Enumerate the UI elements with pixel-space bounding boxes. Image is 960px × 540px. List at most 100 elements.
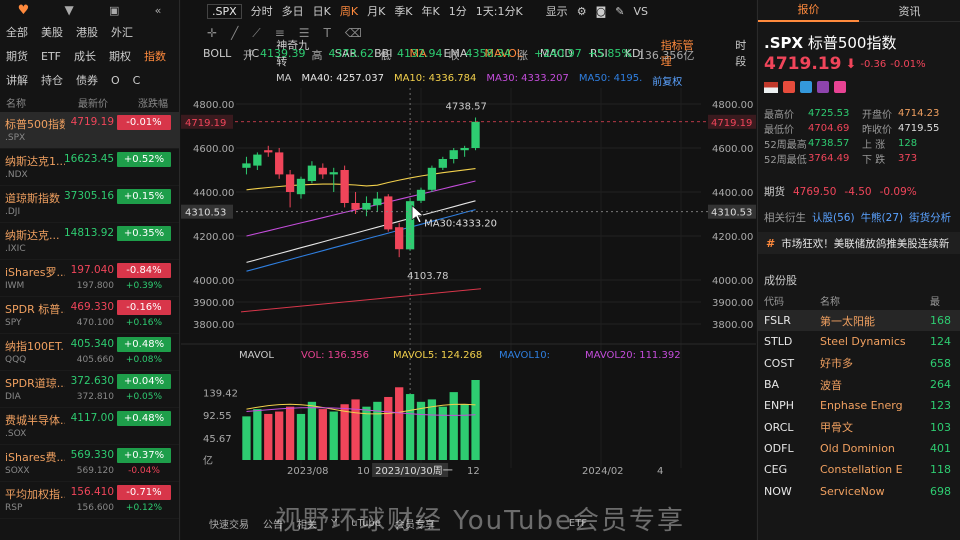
- period-range[interactable]: 1天:1分K: [476, 3, 523, 19]
- delete-icon[interactable]: ▣: [109, 4, 119, 17]
- watchlist-row[interactable]: 纳斯达克1... .NDX 16623.45 +0.52%: [0, 149, 179, 186]
- constituent-row[interactable]: FSLR 第一太阳能 168: [758, 310, 960, 332]
- tab-news[interactable]: 资讯: [859, 3, 960, 19]
- tab-growth[interactable]: 成长: [74, 48, 96, 64]
- constituent-row[interactable]: BA 波音 264: [758, 374, 960, 395]
- constituent-row[interactable]: CEG Constellation E 118: [758, 459, 960, 480]
- tab-explain[interactable]: 讲解: [6, 72, 28, 88]
- ma-label[interactable]: MA: [276, 73, 291, 88]
- constituents-table: 代码 名称 最 FSLR 第一太阳能 168 STLD Steel Dynamics 12…: [758, 290, 960, 502]
- quote-postmarket: 197.800: [76, 281, 114, 291]
- period-time[interactable]: 分时: [251, 3, 273, 19]
- watchlist-row[interactable]: 标普500指数 .SPX 4719.19 -0.01%: [0, 112, 179, 149]
- heart-icon[interactable]: ♥: [18, 3, 30, 18]
- indicator-12[interactable]: 时段: [735, 37, 756, 69]
- candlestick-chart[interactable]: 4800.00 4800.00 4600.00 4600.00 4400.00 4400.…: [181, 88, 756, 488]
- col-change[interactable]: 涨跌幅: [138, 95, 168, 110]
- futures-row[interactable]: 期货 4769.50 -4.50 -0.09%: [764, 184, 917, 199]
- display-dropdown[interactable]: 显示: [546, 3, 568, 19]
- constituent-row[interactable]: COST 好市多 658: [758, 353, 960, 374]
- price-axis-label-right: 3900.00: [712, 298, 753, 309]
- period-1min[interactable]: 1分: [449, 3, 467, 19]
- collapse-icon[interactable]: «: [155, 4, 162, 17]
- volume-bar: [351, 399, 360, 460]
- watchlist-row[interactable]: 费城半导体... .SOX 4117.00 +0.48%: [0, 408, 179, 445]
- ray-tool-icon[interactable]: ⟋: [252, 26, 260, 41]
- watchlist-row[interactable]: SPDR道琼... DIA 372.630 372.810 +0.04% +0.05%: [0, 371, 179, 408]
- period-multiday[interactable]: 多日: [282, 3, 304, 19]
- period-month[interactable]: 月K: [367, 3, 385, 19]
- watchlist-row[interactable]: SPDR 标普... SPY 469.330 470.100 -0.16% +0.16%: [0, 297, 179, 334]
- constituent-row[interactable]: ODFL Old Dominion 401: [758, 438, 960, 459]
- news-banner[interactable]: # 市场狂欢！美联储放鸽推美股连续新: [758, 232, 960, 254]
- watchlist-row[interactable]: iShares罗... IWM 197.040 197.800 -0.84% +0.39%: [0, 260, 179, 297]
- tab-hk[interactable]: 港股: [76, 24, 98, 40]
- market-flags: [764, 81, 846, 93]
- crosshair-icon[interactable]: ✛: [207, 26, 217, 40]
- warrants-link[interactable]: 认股(56): [812, 210, 855, 225]
- grid-icon[interactable]: [817, 81, 829, 93]
- period-year[interactable]: 年K: [422, 3, 440, 19]
- symbol-tag[interactable]: .SPX: [207, 3, 242, 19]
- col-name[interactable]: 名称: [6, 95, 78, 110]
- tab-etf[interactable]: ETF: [41, 50, 61, 63]
- vs-button[interactable]: VS: [633, 5, 648, 18]
- ma-line-long: [240, 288, 482, 313]
- quote-change-badge: +0.04%: [117, 374, 171, 389]
- period-day[interactable]: 日K: [313, 3, 331, 19]
- filter-icon[interactable]: ▼: [65, 3, 74, 17]
- watchlist-row[interactable]: iShares费... SOXX 569.330 569.120 +0.37% -0.04…: [0, 445, 179, 482]
- favorite-icon[interactable]: [834, 81, 846, 93]
- ma-legend-item: MA40: 4257.037: [301, 73, 384, 84]
- watchlist-row[interactable]: 纳斯达克... .IXIC 14813.92 +0.35%: [0, 223, 179, 260]
- price-axis-label-right: 4600.00: [712, 144, 753, 155]
- watchlist-row[interactable]: 道琼斯指数 .DJI 37305.16 +0.15%: [0, 186, 179, 223]
- col-price[interactable]: 最新价: [78, 95, 138, 110]
- tab-quote[interactable]: 报价: [758, 0, 859, 22]
- quote-symbol: SOXX: [5, 466, 30, 476]
- constituent-row[interactable]: ORCL 甲骨文 103: [758, 416, 960, 437]
- watchlist-row[interactable]: 纳指100ET... QQQ 405.340 405.660 +0.48% +0.08%: [0, 334, 179, 371]
- quote-postmarket: 156.600: [76, 503, 114, 513]
- tab-o[interactable]: O: [111, 74, 120, 87]
- alert-icon[interactable]: [783, 81, 795, 93]
- tab-fx[interactable]: 外汇: [111, 24, 133, 40]
- period-week[interactable]: 周K: [340, 3, 358, 19]
- quote-postmarket-change: +0.08%: [125, 355, 163, 365]
- tab-index[interactable]: 指数: [144, 48, 166, 64]
- constituent-row[interactable]: STLD Steel Dynamics 124: [758, 331, 960, 352]
- ohlc-bar: 开 4139.39 高 4373.62 低 4132.94 收 4358.34 涨 +24…: [243, 47, 695, 62]
- change-value: +240.97: [534, 47, 582, 60]
- tab-futures[interactable]: 期货: [6, 48, 28, 64]
- tab-holdings[interactable]: 持仓: [41, 72, 63, 88]
- cbbc-link[interactable]: 牛熊(27): [861, 210, 904, 225]
- street-link[interactable]: 街货分析: [909, 210, 951, 225]
- adjust-dropdown[interactable]: 前复权: [652, 73, 682, 88]
- volume-bar: [449, 392, 458, 460]
- indicator-0[interactable]: BOLL: [203, 47, 231, 60]
- line-tool-icon[interactable]: ╱: [231, 26, 238, 40]
- eraser-icon[interactable]: ⌫: [345, 26, 362, 40]
- tab-us[interactable]: 美股: [41, 24, 63, 40]
- quote-name: 标普500指数: [807, 34, 897, 52]
- camera-icon[interactable]: ◙: [596, 5, 607, 18]
- period-quarter[interactable]: 季K: [394, 3, 412, 19]
- chart-icon[interactable]: [800, 81, 812, 93]
- constituent-row[interactable]: ENPH Enphase Energ 123: [758, 395, 960, 416]
- draw-icon[interactable]: ✎: [615, 5, 624, 18]
- text-tool-icon[interactable]: T: [324, 26, 331, 40]
- volume-bar: [460, 404, 469, 460]
- tab-all[interactable]: 全部: [6, 24, 28, 40]
- quote-price: 4719.19: [70, 116, 114, 128]
- watchlist-row[interactable]: 平均加权指... RSP 156.410 156.600 -0.71% +0.12%: [0, 482, 179, 519]
- settings-icon[interactable]: ⚙: [577, 5, 587, 18]
- watermark: 视野环球财经 YouTube会员专享: [275, 506, 685, 536]
- price-axis-label-right: 4000.00: [712, 276, 753, 287]
- volume-bar: [285, 406, 295, 460]
- tab-bonds[interactable]: 债券: [76, 72, 98, 88]
- tab-c[interactable]: C: [133, 74, 141, 87]
- constituent-row[interactable]: NOW ServiceNow 698: [758, 480, 960, 501]
- stat-row: 52周最高 4738.57 上 涨 128: [764, 138, 918, 151]
- date-axis-label: 2023/08: [287, 466, 329, 477]
- tab-options[interactable]: 期权: [109, 48, 131, 64]
